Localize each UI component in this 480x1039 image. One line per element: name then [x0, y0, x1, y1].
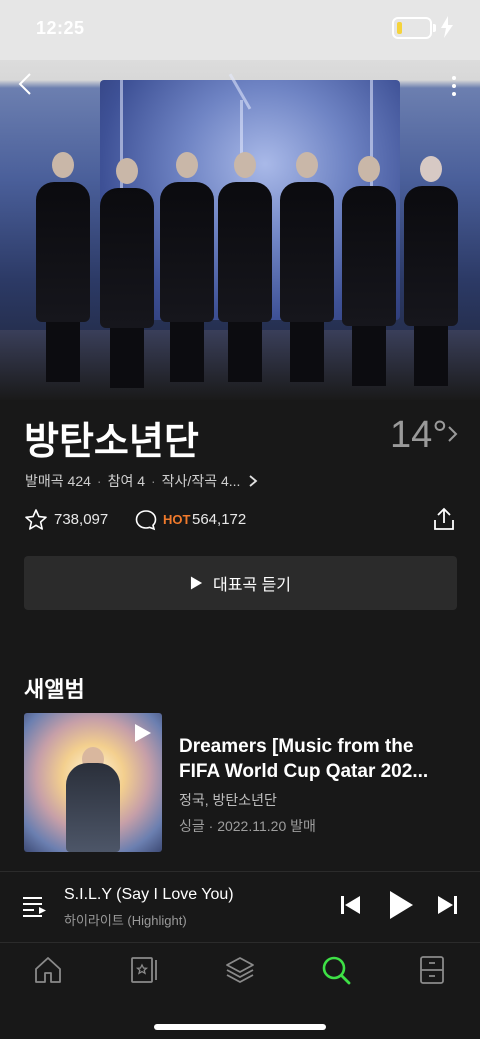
artist-name: 방탄소년단	[24, 421, 199, 463]
like-count: 738,097	[54, 511, 109, 528]
storage-icon	[131, 957, 157, 983]
new-album-card[interactable]: Dreamers [Music from the FIFA World Cup …	[24, 713, 456, 853]
play-top-songs-label: 대표곡 듣기	[212, 577, 292, 594]
play-top-songs-button[interactable]: 대표곡 듣기	[24, 556, 457, 610]
comment-icon[interactable]	[134, 508, 158, 532]
play-icon[interactable]	[388, 890, 414, 920]
chevron-right-icon[interactable]	[446, 424, 460, 444]
home-icon	[35, 957, 61, 983]
mini-player[interactable]: S.I.L.Y (Say I Love You) 하이라이트 (Highligh…	[0, 872, 480, 942]
chevron-right-icon	[249, 475, 258, 487]
now-playing-artist[interactable]: 하이라이트 (Highlight)	[64, 910, 187, 929]
battery-icon	[392, 17, 432, 39]
tab-storage[interactable]	[124, 953, 164, 987]
battery-tip	[433, 24, 436, 32]
back-icon[interactable]	[14, 72, 38, 96]
artist-hero-image	[0, 60, 480, 400]
previous-track-icon[interactable]	[340, 894, 362, 916]
library-icon	[420, 956, 444, 984]
next-track-icon[interactable]	[436, 894, 458, 916]
tab-library[interactable]	[412, 953, 452, 987]
new-album-section-title: 새앨범	[24, 677, 85, 702]
play-icon[interactable]	[134, 723, 152, 743]
member-figure	[100, 158, 154, 388]
status-bar: 12:25	[0, 0, 480, 60]
member-figure	[218, 152, 272, 382]
album-title[interactable]: Dreamers [Music from the FIFA World Cup …	[179, 734, 456, 784]
separator-dot: ·	[96, 473, 102, 489]
playlist-icon[interactable]	[22, 894, 48, 918]
hot-badge: HOT	[163, 512, 191, 527]
layers-icon	[226, 957, 254, 984]
artist-stats: 738,097 HOT 564,172	[24, 506, 456, 532]
member-figure	[160, 152, 214, 382]
member-figure	[342, 156, 396, 386]
share-icon[interactable]	[432, 506, 456, 532]
tab-layers[interactable]	[220, 953, 260, 987]
composed-count: 작사/작곡 4...	[161, 473, 241, 489]
play-icon	[190, 576, 203, 590]
separator-dot: ·	[151, 473, 156, 489]
search-icon	[322, 956, 351, 985]
album-artist[interactable]: 정국, 방탄소년단	[179, 790, 277, 810]
charging-icon	[441, 16, 453, 38]
artist-temperature[interactable]: 14°	[390, 414, 447, 457]
star-icon[interactable]	[24, 508, 48, 532]
member-figure	[36, 152, 90, 382]
member-figure	[280, 152, 334, 382]
comment-count: 564,172	[192, 511, 247, 528]
status-time: 12:25	[36, 18, 85, 38]
now-playing-title[interactable]: S.I.L.Y (Say I Love You)	[64, 886, 234, 904]
tab-search[interactable]	[316, 953, 356, 987]
artist-meta-link[interactable]: 발매곡 424 · 참여 4 · 작사/작곡 4...	[25, 471, 258, 491]
tab-home[interactable]	[28, 953, 68, 987]
album-info: 싱글 · 2022.11.20 발매	[179, 818, 316, 834]
participated-count: 참여 4	[107, 473, 145, 489]
more-options-icon[interactable]	[442, 72, 466, 100]
released-count: 발매곡 424	[25, 473, 91, 489]
bottom-tab-bar	[0, 943, 480, 1039]
home-indicator	[154, 1024, 326, 1030]
member-figure	[404, 156, 458, 386]
